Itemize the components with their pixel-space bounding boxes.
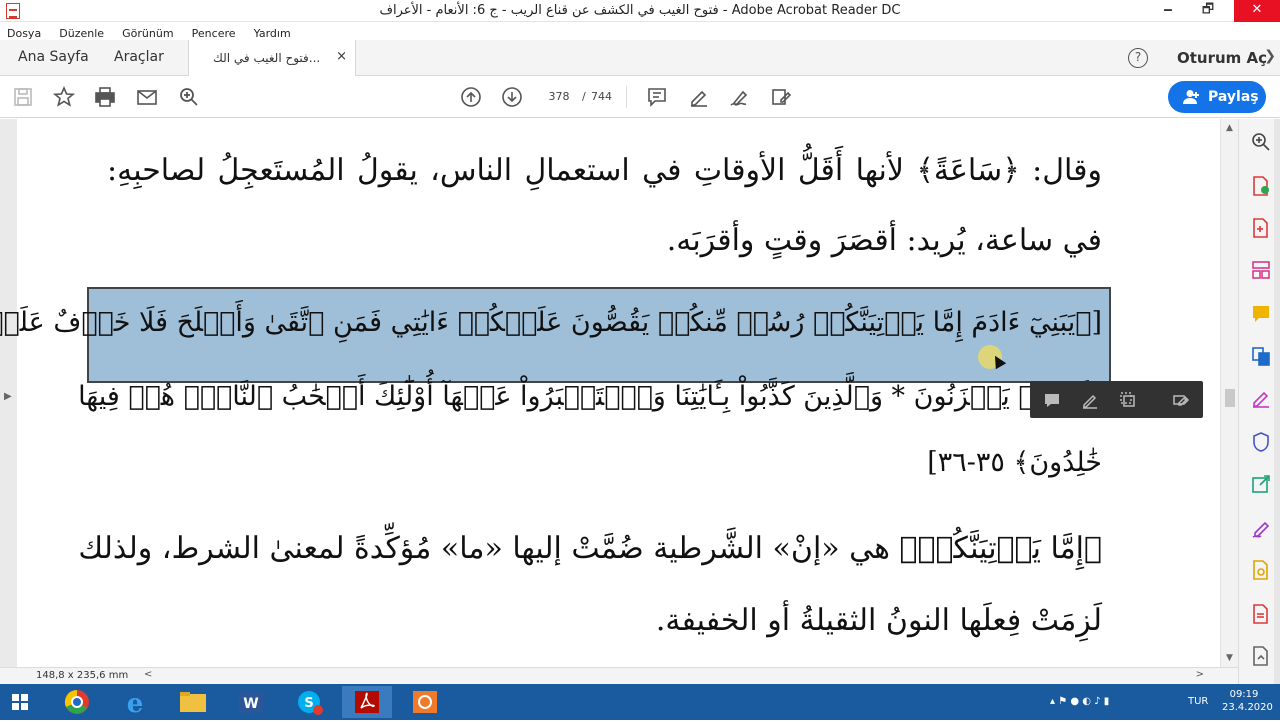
- search-icon[interactable]: [177, 85, 201, 109]
- menu-window[interactable]: Pencere: [185, 25, 242, 40]
- title-bar: فتوح الغيب في الكشف عن قناع الريب - ج 6:…: [0, 0, 1280, 22]
- vertical-scrollbar[interactable]: ▲ ▼: [1220, 119, 1238, 667]
- minimize-button[interactable]: 🗕: [1152, 0, 1184, 22]
- keyboard-language[interactable]: TUR: [1188, 696, 1208, 707]
- horizontal-scrollbar[interactable]: [158, 671, 1194, 681]
- next-page-icon[interactable]: [500, 85, 524, 109]
- organize-pages-icon[interactable]: [1250, 259, 1272, 281]
- page-number-input[interactable]: 378: [540, 86, 578, 108]
- document-line-2: في ساعة، يُريد: أقصَرَ وقتٍ وأقرَبَه.: [666, 223, 1102, 258]
- file-explorer-taskbar-icon[interactable]: [168, 686, 218, 718]
- svg-text:S: S: [304, 696, 313, 711]
- zoom-icon[interactable]: [1250, 131, 1272, 153]
- window-title: فتوح الغيب في الكشف عن قناع الريب - ج 6:…: [379, 3, 901, 18]
- status-bar: 148,8 x 235,6 mm < >: [0, 667, 1238, 684]
- tools-pane-scrollbar[interactable]: [1274, 119, 1280, 684]
- word-taskbar-icon[interactable]: W: [226, 686, 276, 718]
- svg-text:W: W: [243, 696, 258, 712]
- menu-bar: Dosya Düzenle Görünüm Pencere Yardım: [0, 22, 1280, 40]
- selection-toolbar: [1030, 381, 1203, 418]
- add-user-icon: [1183, 90, 1199, 104]
- share-tool-icon[interactable]: [1250, 645, 1272, 667]
- page-dimensions: 148,8 x 235,6 mm: [36, 670, 129, 681]
- comment-tool-icon[interactable]: [1250, 303, 1272, 325]
- highlight-pen-icon[interactable]: [687, 85, 711, 109]
- menu-file[interactable]: Dosya: [0, 25, 47, 40]
- document-line-7: لَزِمَتْ فِعلَها النونُ الثقيلةُ أو الخف…: [655, 603, 1102, 638]
- create-pdf-icon[interactable]: [1250, 217, 1272, 239]
- document-line-6: ﴿إِمَّا يَأۡتِيَنَّكُمۡ﴾ هي «إنْ» الشَّر…: [78, 531, 1102, 566]
- certificate-icon[interactable]: [1250, 559, 1272, 581]
- tab-document[interactable]: فتوح الغيب في الك... ×: [188, 40, 356, 76]
- sign-tool-icon[interactable]: [1250, 517, 1272, 539]
- email-icon[interactable]: [135, 85, 159, 109]
- protect-shield-icon[interactable]: [1250, 431, 1272, 453]
- fill-and-sign-icon[interactable]: [1250, 387, 1272, 409]
- windows-taskbar: e W S ▴ ⚑ ● ◐ ♪ ▮ TUR 09:19 23.4.2020: [0, 684, 1280, 720]
- internet-explorer-taskbar-icon[interactable]: e: [110, 686, 160, 719]
- export-pdf-icon[interactable]: [1250, 175, 1272, 197]
- sign-icon[interactable]: [728, 85, 752, 109]
- scroll-right-icon[interactable]: >: [1196, 669, 1204, 680]
- help-icon[interactable]: ?: [1128, 48, 1148, 68]
- document-line-5: خَٰلِدُونَ﴾ ٣٥-٣٦]: [927, 447, 1102, 478]
- tabs-more-icon[interactable]: ❯: [1264, 48, 1276, 64]
- scroll-left-icon[interactable]: <: [144, 669, 152, 680]
- clock-date: 23.4.2020: [1222, 702, 1273, 713]
- send-for-review-icon[interactable]: [1250, 473, 1272, 495]
- tab-home[interactable]: Ana Sayfa: [18, 49, 89, 65]
- bookmark-star-icon[interactable]: [52, 85, 76, 109]
- main-toolbar: 378 / 744 Paylaş: [0, 76, 1280, 118]
- save-icon[interactable]: [11, 85, 35, 109]
- sign-in-button[interactable]: Oturum Aç: [1177, 49, 1267, 67]
- tab-bar: Ana Sayfa Araçlar فتوح الغيب في الك... ×…: [0, 40, 1280, 76]
- highlight-text-icon[interactable]: [1080, 390, 1100, 410]
- scroll-up-icon[interactable]: ▲: [1226, 123, 1233, 133]
- edit-text-icon[interactable]: [1171, 390, 1191, 410]
- menu-view[interactable]: Görünüm: [115, 25, 179, 40]
- restore-button[interactable]: 🗗: [1192, 0, 1224, 22]
- chrome-taskbar-icon[interactable]: [52, 686, 102, 718]
- share-label: Paylaş: [1208, 89, 1259, 105]
- add-comment-icon[interactable]: [1042, 390, 1062, 410]
- comment-icon[interactable]: [645, 85, 669, 109]
- close-window-button[interactable]: ✕: [1234, 0, 1280, 22]
- document-tab-label: فتوح الغيب في الك...: [213, 51, 321, 65]
- more-tools-icon[interactable]: [1250, 603, 1272, 625]
- menu-help[interactable]: Yardım: [247, 25, 297, 40]
- scrollbar-thumb[interactable]: [1225, 389, 1235, 407]
- tools-pane: [1238, 119, 1280, 684]
- start-button[interactable]: [0, 686, 40, 718]
- total-pages: 744: [591, 90, 612, 103]
- fill-sign-icon[interactable]: [769, 85, 793, 109]
- tab-tools[interactable]: Araçlar: [114, 49, 164, 65]
- document-line-4: وَلَا هُمۡ يَحۡزَنُونَ * وَٱلَّذِينَ كَذ…: [78, 381, 1102, 412]
- menu-edit[interactable]: Düzenle: [52, 25, 110, 40]
- previous-page-icon[interactable]: [459, 85, 483, 109]
- page-separator: /: [582, 90, 586, 103]
- close-tab-button[interactable]: ×: [336, 49, 347, 64]
- combine-files-icon[interactable]: [1250, 345, 1272, 367]
- share-button[interactable]: Paylaş: [1168, 81, 1266, 113]
- skype-taskbar-icon[interactable]: S: [284, 686, 334, 718]
- toolbar-divider: [626, 86, 627, 108]
- tray-icons[interactable]: ▴ ⚑ ● ◐ ♪ ▮: [1050, 696, 1109, 707]
- svg-text:e: e: [127, 689, 144, 718]
- system-clock[interactable]: 09:19 23.4.2020: [1222, 688, 1273, 714]
- print-icon[interactable]: [93, 85, 117, 109]
- document-line-3-selected: [﴿يَبَنِيٓ ءَادَمَ إِمَّا يَأۡتِيَنَّكُم…: [0, 307, 1102, 338]
- acrobat-taskbar-icon[interactable]: [342, 686, 392, 718]
- clock-time: 09:19: [1229, 689, 1259, 700]
- copy-icon[interactable]: [1118, 390, 1138, 410]
- document-line-1: وقال: ﴿سَاعَةً﴾ لأنها أَقَلُّ الأوقاتِ ف…: [107, 153, 1102, 188]
- scroll-down-icon[interactable]: ▼: [1226, 653, 1233, 663]
- recorder-taskbar-icon[interactable]: [400, 686, 450, 718]
- left-panel-toggle-icon[interactable]: ▶: [4, 391, 12, 402]
